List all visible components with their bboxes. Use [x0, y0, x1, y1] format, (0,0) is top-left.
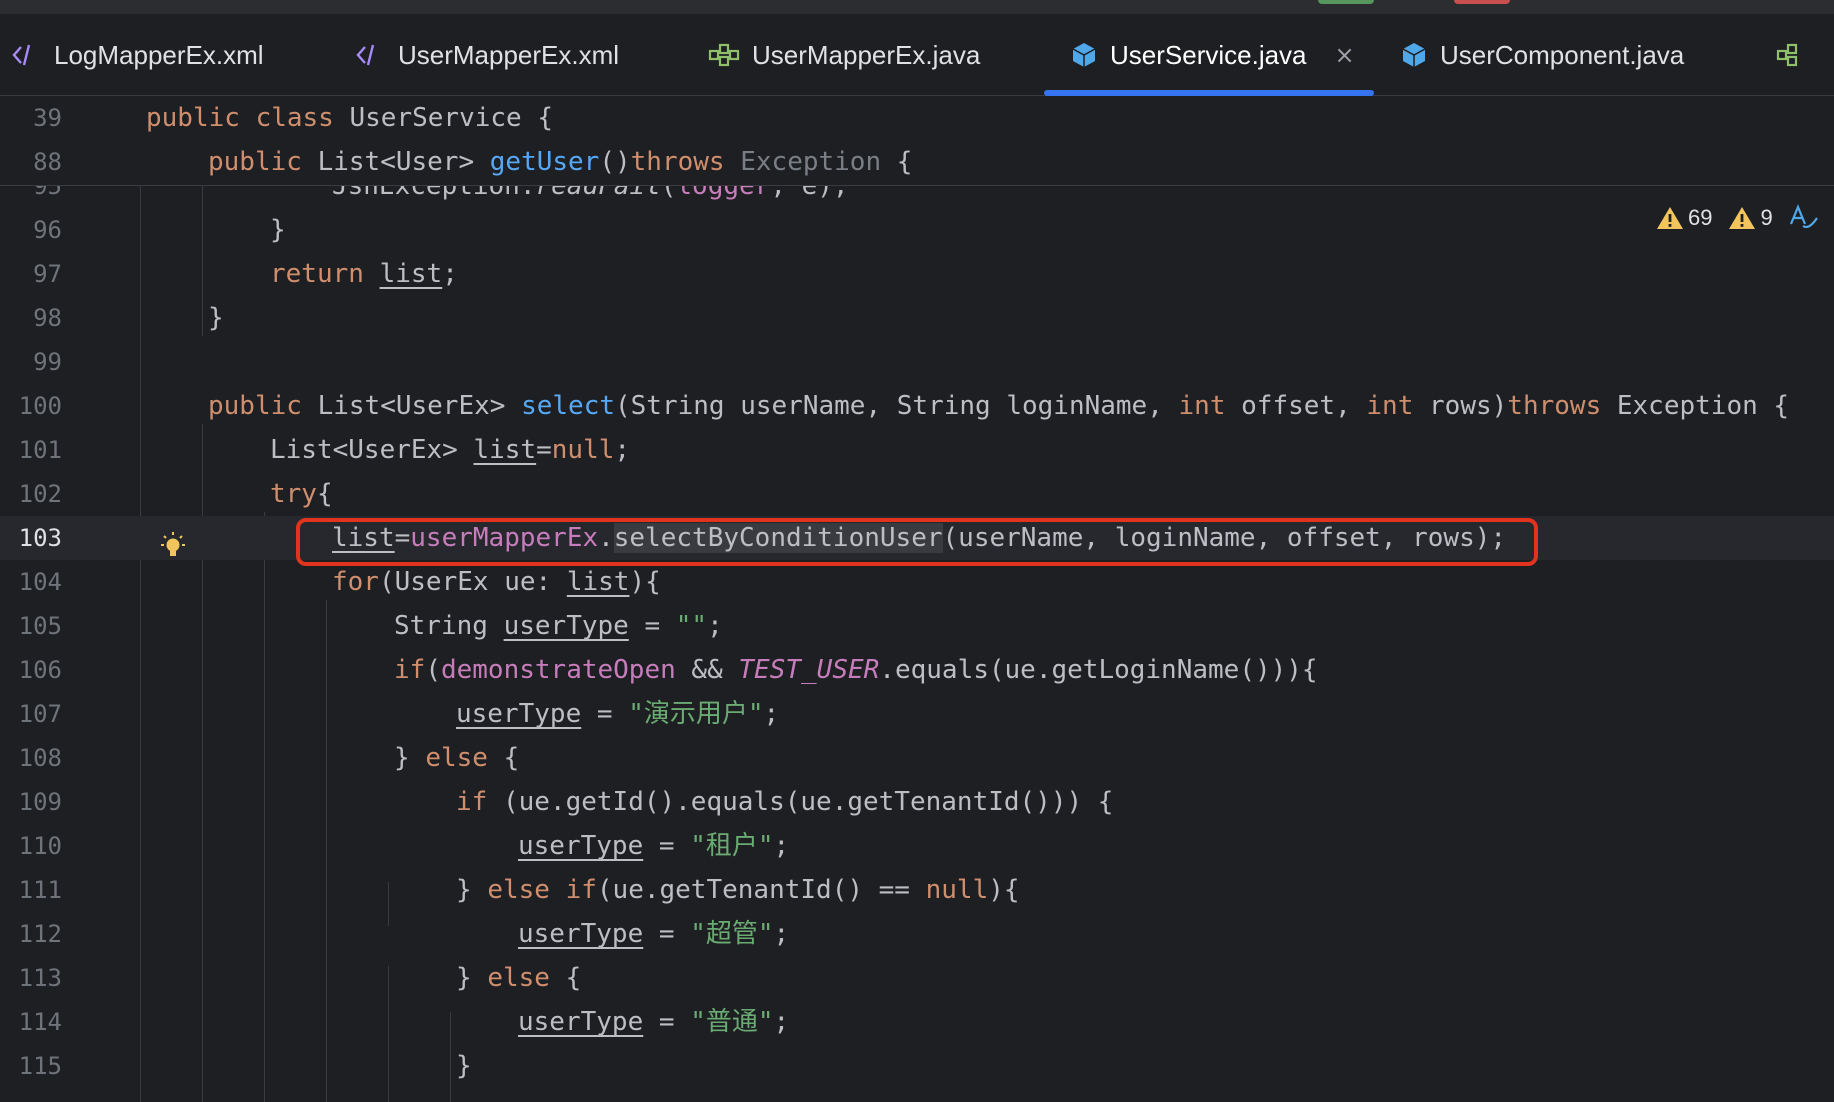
- code-text: try{: [270, 479, 333, 509]
- tab-userservice-java[interactable]: UserService.java ×: [1070, 14, 1355, 96]
- line-number: 110: [18, 832, 62, 860]
- line-number: 101: [18, 436, 62, 464]
- tab-label: UserMapperEx.java: [752, 39, 981, 70]
- line-number: 98: [33, 304, 62, 332]
- line-number: 99: [33, 348, 62, 376]
- code-line[interactable]: 115 }: [0, 1044, 1834, 1088]
- line-number: 107: [18, 700, 62, 728]
- code-line[interactable]: 100 public List<UserEx> select(String us…: [0, 384, 1834, 428]
- tab-label: LogMapperEx.xml: [54, 39, 264, 70]
- line-number: 114: [18, 1008, 62, 1036]
- interface-icon: [708, 42, 740, 68]
- line-number: 111: [18, 876, 62, 904]
- code-line[interactable]: 96 }: [0, 208, 1834, 252]
- line-number: 103: [18, 524, 62, 552]
- tab-usermapperex-java[interactable]: UserMapperEx.java: [708, 14, 980, 96]
- highlight-annotation-box: [296, 518, 1538, 566]
- code-text: if (ue.getId().equals(ue.getTenantId()))…: [456, 787, 1114, 817]
- tab-usermapperex-xml[interactable]: UserMapperEx.xml: [356, 14, 619, 96]
- code-text: }: [270, 215, 286, 245]
- top-red-indicator: [1454, 0, 1510, 4]
- code-line[interactable]: 108 } else {: [0, 736, 1834, 780]
- code-line[interactable]: 105 String userType = "";: [0, 604, 1834, 648]
- code-text: return list;: [270, 259, 458, 289]
- code-text: public class UserService {: [146, 103, 553, 133]
- code-text: } else if(ue.getTenantId() == null){: [456, 875, 1020, 905]
- sticky-line[interactable]: 39 public class UserService {: [0, 96, 1834, 140]
- line-number: 113: [18, 964, 62, 992]
- line-number: 112: [18, 920, 62, 948]
- code-text: userType = "演示用户";: [456, 699, 780, 729]
- line-number: 108: [18, 744, 62, 772]
- code-text: List<UserEx> list=null;: [270, 435, 631, 465]
- code-text: userType = "租户";: [518, 831, 790, 861]
- xml-file-icon: [12, 42, 42, 68]
- code-line[interactable]: 106 if(demonstrateOpen && TEST_USER.equa…: [0, 648, 1834, 692]
- line-number: 102: [18, 480, 62, 508]
- line-number: 100: [18, 392, 62, 420]
- tab-overflow[interactable]: [1776, 14, 1808, 96]
- code-text: for(UserEx ue: list){: [332, 567, 661, 597]
- line-number: 96: [33, 216, 62, 244]
- code-line[interactable]: 95 JshException.readFail(logger, e);: [0, 186, 1834, 208]
- code-editor[interactable]: 95 JshException.readFail(logger, e); 96 …: [0, 186, 1834, 1102]
- close-tab-icon[interactable]: ×: [1335, 41, 1355, 69]
- code-line[interactable]: 107 userType = "演示用户";: [0, 692, 1834, 736]
- code-text: JshException.readFail(logger, e);: [332, 186, 849, 201]
- code-line[interactable]: 99: [0, 340, 1834, 384]
- code-line[interactable]: 97 return list;: [0, 252, 1834, 296]
- line-number: 109: [18, 788, 62, 816]
- line-number: 115: [18, 1052, 62, 1080]
- code-line[interactable]: 101 List<UserEx> list=null;: [0, 428, 1834, 472]
- top-green-indicator: [1318, 0, 1374, 4]
- tab-label: UserService.java: [1110, 39, 1307, 70]
- code-text: }: [208, 303, 224, 333]
- interface-icon: [1776, 42, 1808, 68]
- code-text: public List<UserEx> select(String userNa…: [208, 391, 1790, 421]
- code-line[interactable]: 109 if (ue.getId().equals(ue.getTenantId…: [0, 780, 1834, 824]
- editor-tab-bar: LogMapperEx.xml UserMapperEx.xml UserMap…: [0, 14, 1834, 96]
- code-line[interactable]: 102 try{: [0, 472, 1834, 516]
- code-text: }: [456, 1051, 472, 1081]
- code-text: } else {: [394, 743, 520, 773]
- code-line[interactable]: 110 userType = "租户";: [0, 824, 1834, 868]
- tab-label: UserMapperEx.xml: [398, 39, 620, 70]
- lightbulb-icon[interactable]: [158, 531, 188, 567]
- window-top-bar: [0, 0, 1834, 14]
- line-number: 104: [18, 568, 62, 596]
- code-line[interactable]: 111 } else if(ue.getTenantId() == null){: [0, 868, 1834, 912]
- line-number: 106: [18, 656, 62, 684]
- sticky-scope-header: 39 public class UserService { 88 public …: [0, 96, 1834, 230]
- code-text: } else {: [456, 963, 582, 993]
- sticky-line[interactable]: 88 public List<User> getUser()throws Exc…: [0, 140, 1834, 184]
- xml-file-icon: [356, 42, 386, 68]
- code-line[interactable]: 112 userType = "超管";: [0, 912, 1834, 956]
- code-text: userType = "超管";: [518, 919, 790, 949]
- line-number: 39: [33, 104, 62, 132]
- code-line[interactable]: 113 } else {: [0, 956, 1834, 1000]
- tab-logmapperex-xml[interactable]: LogMapperEx.xml: [12, 14, 264, 96]
- line-number: 97: [33, 260, 62, 288]
- line-number: 88: [33, 148, 62, 176]
- code-text: if(demonstrateOpen && TEST_USER.equals(u…: [394, 655, 1318, 685]
- class-icon: [1400, 41, 1428, 69]
- class-icon: [1070, 41, 1098, 69]
- code-text: public List<User> getUser()throws Except…: [208, 147, 913, 177]
- code-text: userType = "普通";: [518, 1007, 790, 1037]
- code-line[interactable]: 114 userType = "普通";: [0, 1000, 1834, 1044]
- code-text: String userType = "";: [394, 611, 723, 641]
- tab-label: UserComponent.java: [1440, 39, 1685, 70]
- line-number: 95: [33, 186, 62, 200]
- code-line[interactable]: 104 for(UserEx ue: list){: [0, 560, 1834, 604]
- tab-usercomponent-java[interactable]: UserComponent.java: [1400, 14, 1684, 96]
- code-line[interactable]: 98 }: [0, 296, 1834, 340]
- line-number: 105: [18, 612, 62, 640]
